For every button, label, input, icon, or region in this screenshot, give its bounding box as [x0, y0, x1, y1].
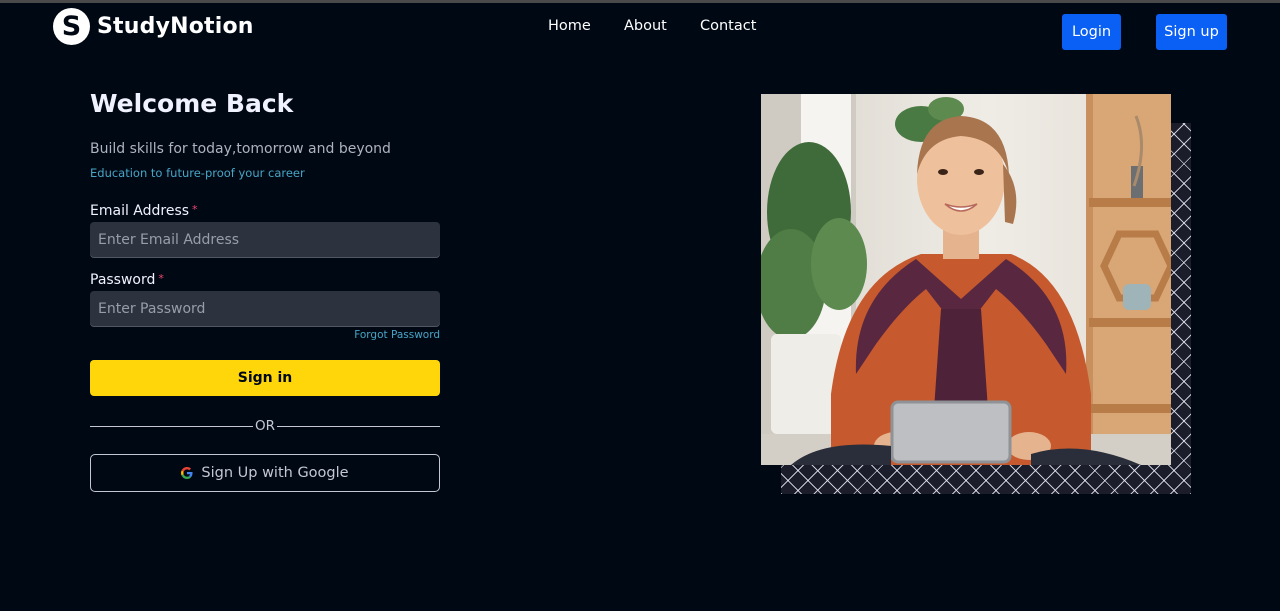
student-photo [761, 94, 1171, 465]
page-subtitle: Build skills for today,tomorrow and beyo… [90, 141, 391, 157]
email-field[interactable] [90, 222, 440, 258]
email-label: Email Address * [90, 203, 198, 219]
studynotion-logo-icon: S [53, 8, 90, 45]
divider-line [90, 425, 253, 427]
nav-link-contact[interactable]: Contact [700, 18, 756, 34]
logo-text: StudyNotion [97, 14, 254, 39]
page-tagline: Education to future-proof your career [90, 166, 305, 180]
login-button[interactable]: Login [1062, 14, 1121, 50]
divider-line [277, 425, 441, 427]
google-signup-button[interactable]: Sign Up with Google [90, 454, 440, 492]
google-icon [181, 467, 193, 479]
forgot-password-link[interactable]: Forgot Password [300, 329, 440, 341]
or-divider: OR [90, 417, 441, 435]
password-field[interactable] [90, 291, 440, 327]
student-illustration [761, 94, 1171, 465]
signup-button[interactable]: Sign up [1156, 14, 1227, 50]
required-mark: * [158, 272, 164, 285]
nav-link-home[interactable]: Home [548, 18, 591, 34]
nav-link-about[interactable]: About [624, 18, 667, 34]
or-text: OR [255, 418, 276, 434]
logo[interactable]: S StudyNotion [53, 8, 254, 45]
sign-in-button[interactable]: Sign in [90, 360, 440, 396]
required-mark: * [192, 203, 198, 216]
top-border [0, 0, 1280, 3]
page-title: Welcome Back [90, 89, 294, 118]
google-signup-label: Sign Up with Google [201, 465, 349, 481]
password-label: Password * [90, 272, 164, 288]
